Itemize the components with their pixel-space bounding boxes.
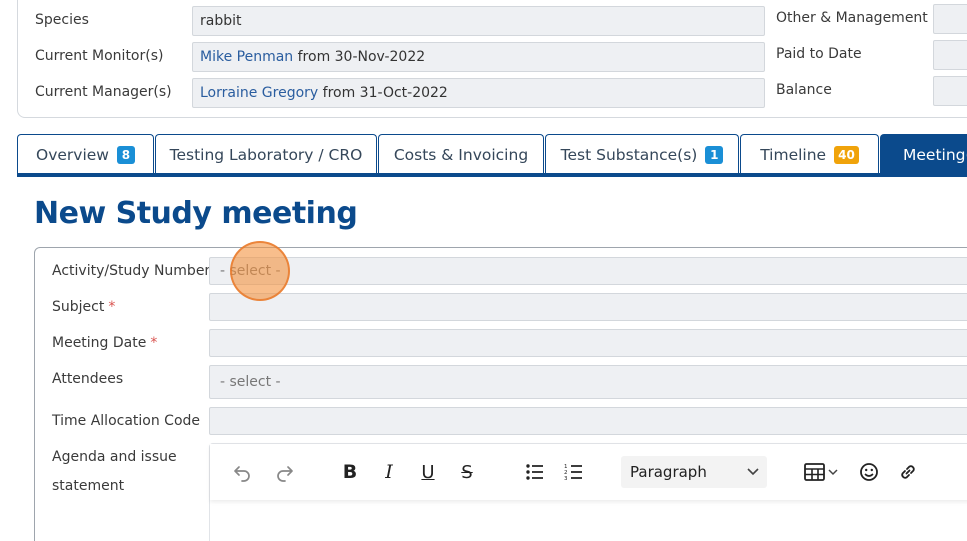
- click-indicator: [230, 241, 290, 301]
- required-marker: *: [150, 335, 158, 351]
- activity-select[interactable]: - select -: [209, 257, 967, 285]
- tab-label: Overview: [36, 145, 109, 164]
- meeting-date-label-text: Meeting Date: [52, 335, 147, 351]
- tabs-underline: [17, 173, 967, 177]
- attendees-select[interactable]: - select -: [209, 365, 967, 399]
- paragraph-style-dropdown[interactable]: Paragraph: [621, 456, 767, 488]
- italic-icon[interactable]: I: [375, 458, 403, 486]
- monitor-field: Mike Penman from 30-Nov-2022: [192, 42, 765, 72]
- tab-overview[interactable]: Overview 8: [17, 134, 154, 174]
- editor-toolbar: B I U S 123 Paragraph: [210, 444, 967, 500]
- monitor-label: Current Monitor(s): [35, 48, 164, 64]
- paid-to-date-label: Paid to Date: [776, 46, 862, 62]
- agenda-label-line2: statement: [52, 478, 125, 494]
- manager-date: from 31-Oct-2022: [318, 85, 448, 101]
- other-management-value: [933, 4, 967, 34]
- numbered-list-icon[interactable]: 123: [560, 458, 588, 486]
- link-icon[interactable]: [894, 458, 922, 486]
- subject-input[interactable]: [209, 293, 967, 321]
- paragraph-style-value: Paragraph: [630, 463, 707, 481]
- table-icon[interactable]: [802, 458, 842, 486]
- tab-costs-invoicing[interactable]: Costs & Invoicing: [378, 134, 544, 174]
- time-allocation-label: Time Allocation Code: [52, 413, 201, 429]
- manager-label: Current Manager(s): [35, 84, 172, 100]
- chevron-down-icon: [747, 456, 759, 499]
- page-title: New Study meeting: [34, 196, 358, 231]
- tab-label: Meeting(s: [903, 145, 967, 164]
- activity-label: Activity/Study Number: [52, 263, 211, 279]
- tab-label: Test Substance(s): [560, 145, 698, 164]
- subject-label-text: Subject: [52, 299, 105, 315]
- other-management-label: Other & Management: [776, 10, 928, 26]
- meeting-date-input[interactable]: [209, 329, 967, 357]
- tab-label: Costs & Invoicing: [393, 145, 529, 164]
- attendees-label: Attendees: [52, 371, 124, 387]
- agenda-label-line1: Agenda and issue: [52, 449, 177, 465]
- manager-field: Lorraine Gregory from 31-Oct-2022: [192, 78, 765, 108]
- monitor-link[interactable]: Mike Penman: [200, 49, 293, 65]
- bulleted-list-icon[interactable]: [521, 458, 549, 486]
- tab-timeline[interactable]: Timeline 40: [740, 134, 879, 174]
- balance-value: [933, 76, 967, 106]
- agenda-editor[interactable]: B I U S 123 Paragraph: [209, 443, 967, 541]
- required-marker: *: [108, 299, 116, 315]
- species-field: rabbit: [192, 6, 765, 36]
- balance-label: Balance: [776, 82, 832, 98]
- tab-label: Timeline: [760, 145, 827, 164]
- count-badge: 8: [116, 145, 135, 164]
- tab-test-substances[interactable]: Test Substance(s) 1: [545, 134, 739, 174]
- count-badge: 1: [705, 145, 724, 164]
- attendees-placeholder: - select -: [220, 374, 281, 390]
- subject-label: Subject *: [52, 299, 115, 315]
- svg-text:3: 3: [564, 476, 568, 481]
- manager-link[interactable]: Lorraine Gregory: [200, 85, 318, 101]
- species-label: Species: [35, 12, 89, 28]
- monitor-date: from 30-Nov-2022: [293, 49, 426, 65]
- paid-to-date-value: [933, 40, 967, 70]
- count-badge: 40: [834, 145, 859, 164]
- meeting-date-label: Meeting Date *: [52, 335, 157, 351]
- emoji-icon[interactable]: [855, 458, 883, 486]
- tab-label: Testing Laboratory / CRO: [169, 145, 363, 164]
- tab-meetings[interactable]: Meeting(s: [880, 134, 967, 174]
- undo-icon[interactable]: [228, 458, 256, 486]
- strikethrough-icon[interactable]: S: [453, 458, 481, 486]
- time-allocation-input[interactable]: [209, 407, 967, 435]
- underline-icon[interactable]: U: [414, 458, 442, 486]
- species-value: rabbit: [200, 13, 242, 29]
- redo-icon[interactable]: [271, 458, 299, 486]
- tab-testing-laboratory[interactable]: Testing Laboratory / CRO: [155, 134, 377, 174]
- bold-icon[interactable]: B: [336, 458, 364, 486]
